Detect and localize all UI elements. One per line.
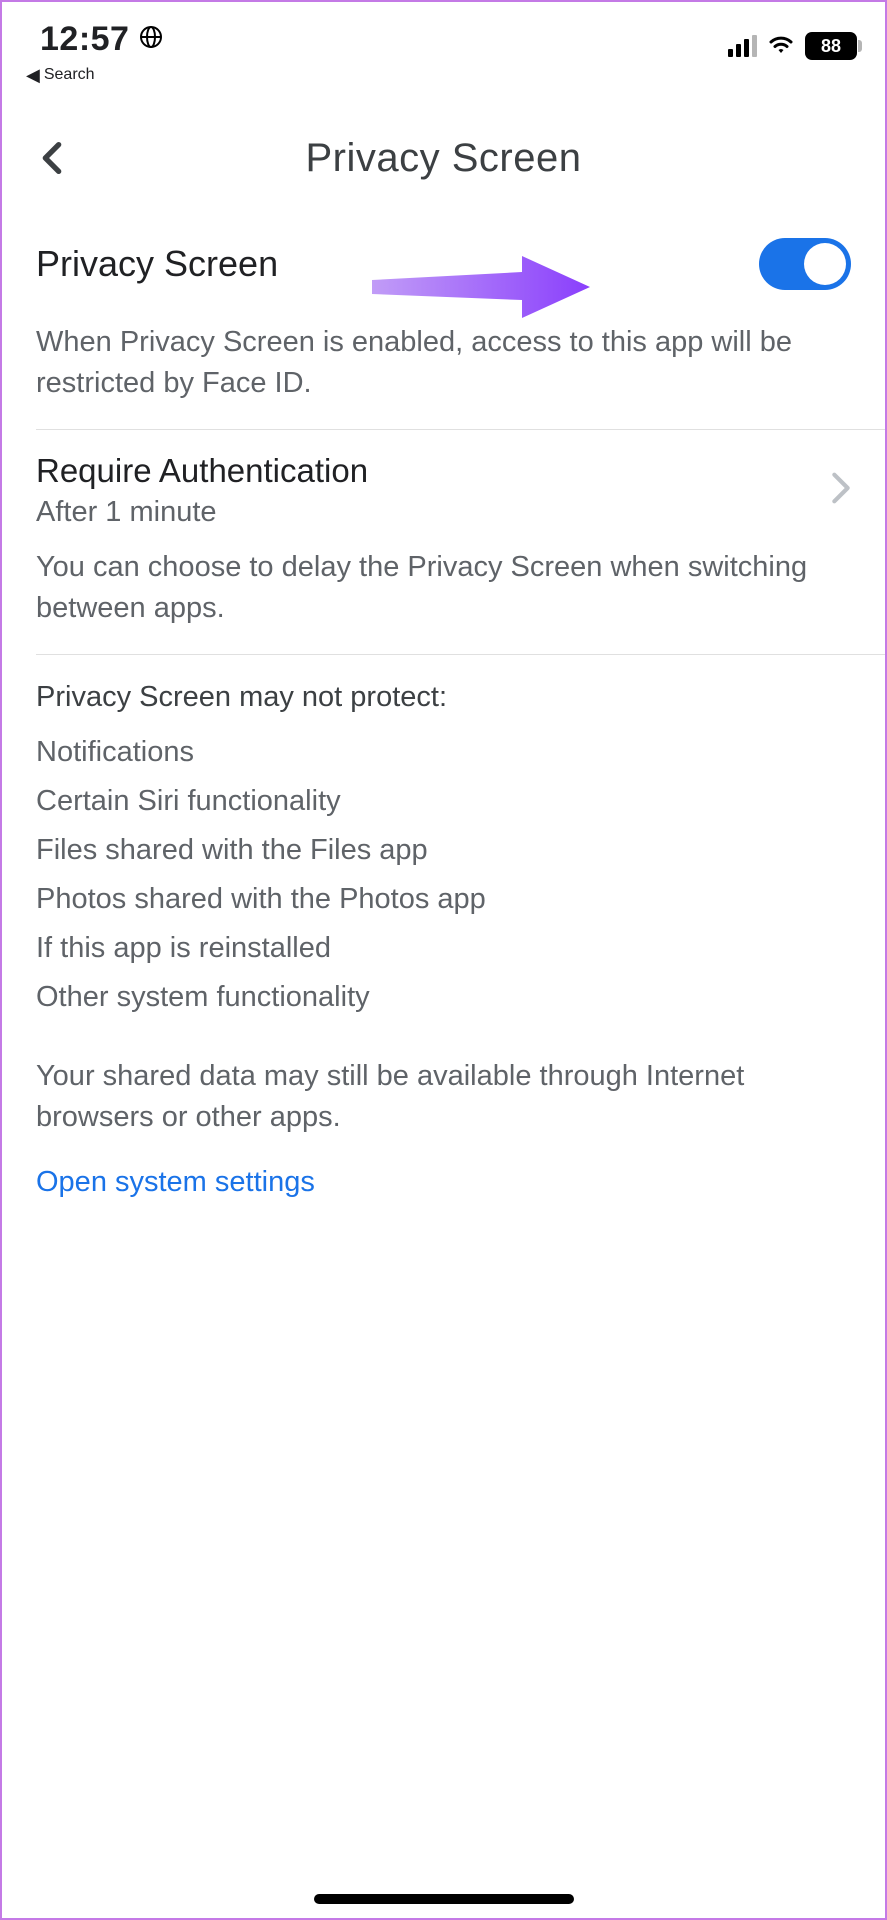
list-item: Notifications	[36, 728, 851, 777]
limitations-header: Privacy Screen may not protect:	[36, 681, 851, 728]
list-item: Files shared with the Files app	[36, 826, 851, 875]
nav-header: Privacy Screen	[2, 108, 885, 208]
page-title: Privacy Screen	[306, 136, 582, 181]
privacy-screen-label: Privacy Screen	[36, 243, 278, 285]
list-item: If this app is reinstalled	[36, 924, 851, 973]
privacy-screen-toggle[interactable]	[759, 238, 851, 290]
list-item: Certain Siri functionality	[36, 777, 851, 826]
limitations-footer: Your shared data may still be available …	[36, 1022, 851, 1137]
list-item: Other system functionality	[36, 973, 851, 1022]
chevron-left-icon	[32, 138, 72, 178]
back-breadcrumb-label: Search	[44, 66, 95, 84]
privacy-screen-row: Privacy Screen	[36, 208, 851, 308]
require-auth-section[interactable]: Require Authentication After 1 minute Yo…	[2, 430, 885, 654]
limitations-block: Privacy Screen may not protect: Notifica…	[2, 655, 885, 1137]
require-auth-value: After 1 minute	[36, 490, 368, 529]
status-back-breadcrumb[interactable]: ◀ Search	[2, 60, 885, 84]
globe-icon	[139, 25, 163, 54]
privacy-screen-section: Privacy Screen When Privacy Screen is en…	[2, 208, 885, 429]
back-triangle-icon: ◀	[26, 66, 40, 84]
limitations-list: Notifications Certain Siri functionality…	[36, 728, 851, 1022]
back-button[interactable]	[32, 138, 72, 178]
battery-icon: 88	[805, 32, 857, 60]
home-indicator[interactable]	[314, 1894, 574, 1904]
status-time: 12:57	[40, 20, 129, 59]
privacy-screen-description: When Privacy Screen is enabled, access t…	[36, 308, 851, 429]
status-bar: 12:57 88	[2, 2, 885, 60]
cellular-signal-icon	[728, 35, 757, 57]
status-right: 88	[728, 20, 857, 60]
battery-level: 88	[821, 36, 841, 57]
require-auth-description: You can choose to delay the Privacy Scre…	[36, 533, 851, 654]
wifi-icon	[767, 33, 795, 59]
chevron-right-icon	[831, 471, 851, 510]
status-left: 12:57	[40, 20, 163, 59]
require-auth-label: Require Authentication	[36, 452, 368, 490]
list-item: Photos shared with the Photos app	[36, 875, 851, 924]
open-system-settings-link[interactable]: Open system settings	[2, 1138, 349, 1227]
